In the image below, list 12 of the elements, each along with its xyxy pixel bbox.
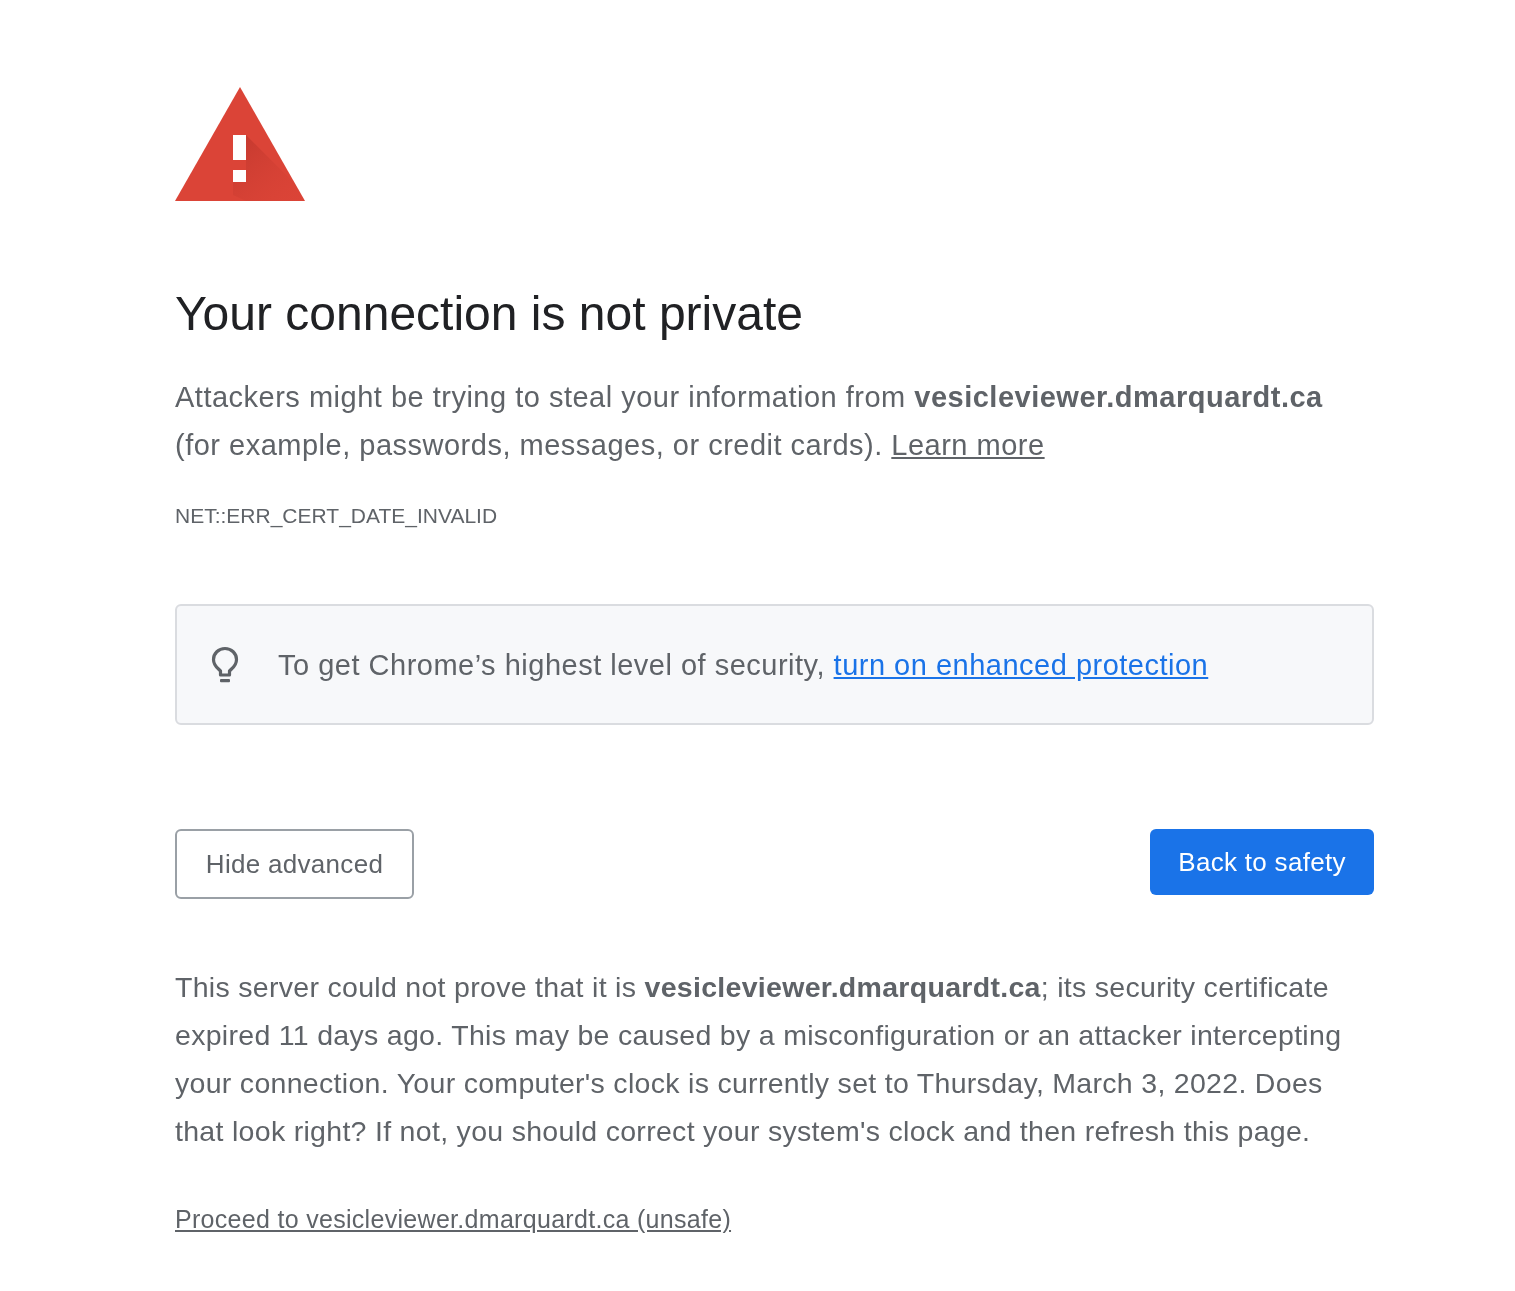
learn-more-link[interactable]: Learn more	[891, 429, 1045, 461]
proceed-link[interactable]: Proceed to vesicleviewer.dmarquardt.ca (unsafe)	[175, 1203, 732, 1235]
hide-advanced-button[interactable]: Hide advanced	[175, 829, 414, 899]
enhanced-protection-link[interactable]: turn on enhanced protection	[833, 648, 1209, 681]
tip-text: To get Chrome’s highest level of security, turn on enhanced protection	[278, 647, 1209, 683]
details-paragraph: This server could not prove that it is vesicleviewer.dmarquardt.ca; its security certificate expired 11 days ago. This may be caused by a misconfiguration or an attacker intercepting your connection. Your computer's clock is currently set to Thursday, March 3, 2022. Does that look right? If not, you should correct your system's clock and then refresh this page.	[175, 970, 1343, 1149]
warning-message: Attackers might be trying to steal your information from vesicleviewer.dmarquardt.ca (for example, passwords, messages, or credit cards). Learn more	[175, 380, 1324, 463]
warning-triangle-icon	[175, 87, 305, 201]
error-code: NET::ERR_CERT_DATE_INVALID	[175, 503, 498, 530]
lightbulb-icon	[211, 645, 239, 684]
back-to-safety-button[interactable]: Back to safety	[1150, 829, 1374, 895]
page-heading: Your connection is not private	[175, 286, 803, 342]
